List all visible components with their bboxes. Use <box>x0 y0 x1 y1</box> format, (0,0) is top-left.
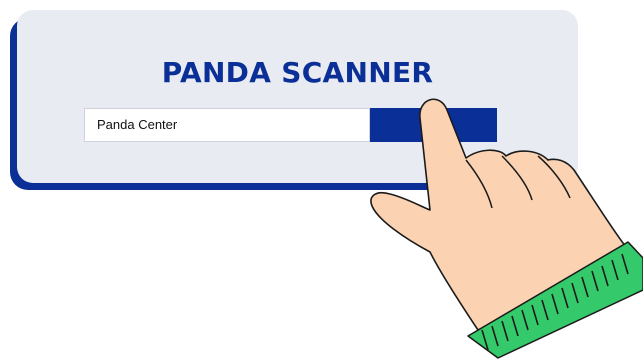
pointing-hand-icon <box>370 98 643 359</box>
